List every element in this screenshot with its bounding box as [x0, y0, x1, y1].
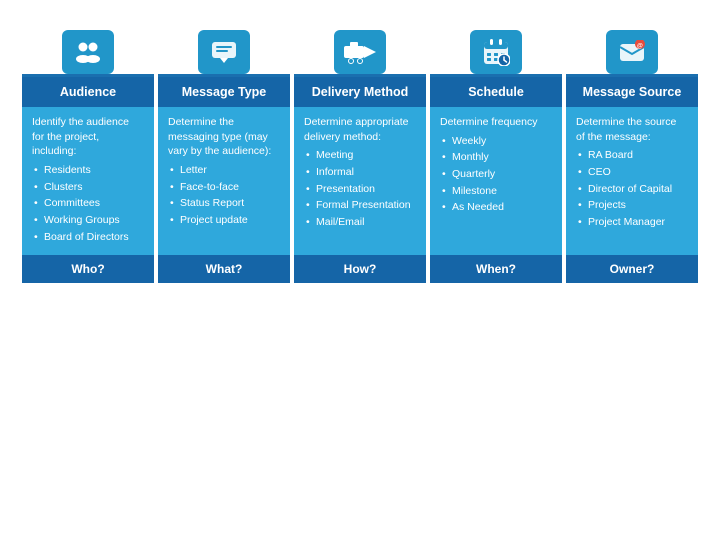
audience-footer: Who? — [22, 255, 154, 283]
message-type-content: Determine the messaging type (may vary b… — [158, 107, 290, 255]
message-type-intro: Determine the messaging type (may vary b… — [168, 115, 280, 159]
delivery-icon — [334, 30, 386, 74]
list-item: Committees — [34, 196, 144, 211]
audience-list: Residents ClustersCommittees Working Group… — [32, 163, 144, 244]
list-item: Projects — [578, 198, 688, 213]
list-item: Milestone — [442, 184, 552, 199]
message-icon — [198, 30, 250, 74]
list-item: Meeting — [306, 148, 416, 163]
list-item: Letter — [170, 163, 280, 178]
list-item: Presentation — [306, 182, 416, 197]
schedule-footer: When? — [430, 255, 562, 283]
email-icon: @ — [606, 30, 658, 74]
column-schedule: Schedule Determine frequency WeeklyMonthly… — [430, 30, 562, 283]
list-item: Working Groups — [34, 213, 144, 228]
schedule-header: Schedule — [430, 77, 562, 107]
audience-content: Identify the audience for the project, i… — [22, 107, 154, 255]
list-item: Mail/Email — [306, 215, 416, 230]
list-item: Director of Capital — [578, 182, 688, 197]
list-item: Weekly — [442, 134, 552, 149]
list-item: Project Manager — [578, 215, 688, 230]
list-item: Clusters — [34, 180, 144, 195]
list-item: Informal — [306, 165, 416, 180]
message-source-intro: Determine the source of the message: — [576, 115, 688, 144]
schedule-icon — [470, 30, 522, 74]
message-type-footer: What? — [158, 255, 290, 283]
list-item: RA Board — [578, 148, 688, 163]
list-item: Residents — [34, 163, 144, 178]
column-message-type: Message Type Determine the messaging type… — [158, 30, 290, 283]
schedule-list: WeeklyMonthly Quarterly MilestoneAs Needed — [440, 134, 552, 215]
message-source-list: RA Board CEO Director of CapitalProjects Pr… — [576, 148, 688, 229]
list-item: CEO — [578, 165, 688, 180]
columns-container: Audience Identify the audience for the pr… — [22, 30, 698, 283]
list-item: Quarterly — [442, 167, 552, 182]
column-audience: Audience Identify the audience for the pr… — [22, 30, 154, 283]
delivery-method-content: Determine appropriate delivery method: Me… — [294, 107, 426, 255]
list-item: Face-to-face — [170, 180, 280, 195]
list-item: As Needed — [442, 200, 552, 215]
audience-intro: Identify the audience for the project, i… — [32, 115, 144, 159]
delivery-method-header: Delivery Method — [294, 77, 426, 107]
list-item: Formal Presentation — [306, 198, 416, 213]
people-icon — [62, 30, 114, 74]
list-item: Monthly — [442, 150, 552, 165]
message-type-header: Message Type — [158, 77, 290, 107]
list-item: Project update — [170, 213, 280, 228]
column-delivery-method: Delivery MethodDetermine appropriate del… — [294, 30, 426, 283]
list-item: Board of Directors — [34, 230, 144, 245]
column-message-source: @ Message SourceDetermine the source of … — [566, 30, 698, 283]
message-source-footer: Owner? — [566, 255, 698, 283]
svg-text:@: @ — [637, 44, 643, 50]
audience-header: Audience — [22, 77, 154, 107]
delivery-method-intro: Determine appropriate delivery method: — [304, 115, 416, 144]
message-source-header: Message Source — [566, 77, 698, 107]
schedule-content: Determine frequency WeeklyMonthly Quarterl… — [430, 107, 562, 255]
list-item: Status Report — [170, 196, 280, 211]
delivery-method-list: Meeting Informal PresentationFormal Presen… — [304, 148, 416, 229]
message-source-content: Determine the source of the message: RA B… — [566, 107, 698, 255]
delivery-method-footer: How? — [294, 255, 426, 283]
schedule-intro: Determine frequency — [440, 115, 552, 130]
message-type-list: Letter Face-to-faceStatus Report Project u… — [168, 163, 280, 228]
